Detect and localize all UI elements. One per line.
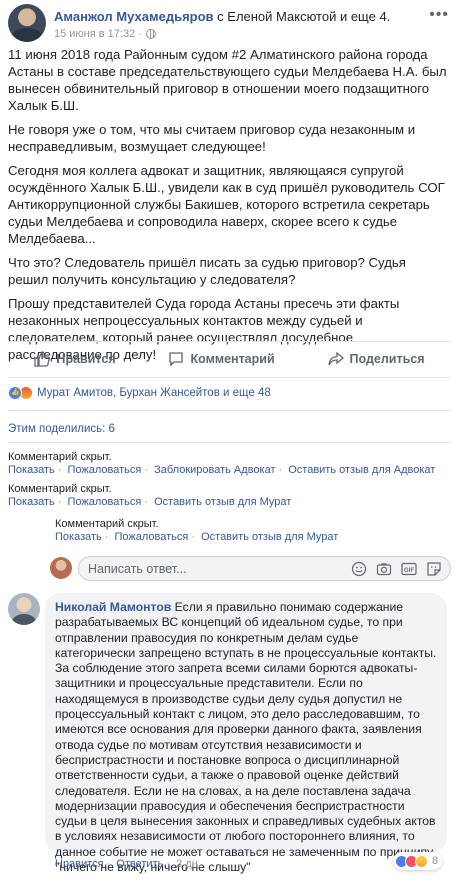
reactions-text[interactable]: Мурат Амитов, Бурхан Жансейтов и еще 48 [37,387,271,399]
hidden-comment-title: Комментарий скрыт. [8,451,112,463]
comment-reply-link[interactable]: Ответить [116,858,163,870]
comment-button[interactable]: Комментарий [168,351,275,367]
divider [8,410,451,411]
show-link[interactable]: Показать [55,531,102,543]
feedback-link[interactable]: Оставить отзыв для Мурат [201,531,338,543]
camera-icon[interactable] [376,561,392,577]
comment-text: Если я правильно понимаю содержание разр… [55,600,437,875]
hidden-comment-title: Комментарий скрыт. [55,518,159,530]
author-name[interactable]: Аманжол Мухамедьяров [54,9,214,24]
reactions-summary[interactable]: Мурат Амитов, Бурхан Жансейтов и еще 48 [8,386,271,400]
block-link[interactable]: Заблокировать Адвокат [154,464,275,476]
like-button[interactable]: Нравится [34,351,116,367]
share-icon [327,351,344,366]
show-link[interactable]: Показать [8,496,55,508]
report-link[interactable]: Пожаловаться [68,464,142,476]
post-body: 11 июня 2018 года Районным судом #2 Алма… [8,46,448,370]
show-link[interactable]: Показать [8,464,55,476]
post-header: Аманжол Мухамедьяров с Еленой Максютой и… [8,4,453,44]
comment-actions: Нравится · Ответить · 2 дн. [55,858,201,870]
globe-icon [145,29,156,39]
report-link[interactable]: Пожаловаться [68,496,142,508]
comment-reaction-count: 8 [432,855,439,867]
comment-like-link[interactable]: Нравится [55,858,104,870]
emoji-icon[interactable] [351,561,367,577]
like-reaction-icon [8,386,22,400]
reply-box-icons: GIF [351,561,442,577]
comment-author[interactable]: Николай Мамонтов [55,600,171,614]
tagged-people[interactable]: с Еленой Максютой и еще 4. [217,9,390,24]
divider [8,341,451,342]
commenter-avatar[interactable] [8,593,40,625]
gif-icon[interactable]: GIF [401,561,417,577]
post-meta: 15 июня в 17:32 · [54,28,156,40]
comment-bubble: Николай Мамонтов Если я правильно понима… [45,593,447,874]
feedback-link[interactable]: Оставить отзыв для Мурат [154,496,291,508]
post-author-line: Аманжол Мухамедьяров с Еленой Максютой и… [54,9,390,24]
share-button[interactable]: Поделиться [327,351,425,367]
feedback-link[interactable]: Оставить отзыв для Адвокат [288,464,435,476]
hidden-comment-links: Показать · Пожаловаться · Оставить отзыв д… [55,531,339,543]
haha-reaction-icon [415,854,428,868]
hidden-comment: Комментарий скрыт. Показать · Пожаловатьс… [8,483,291,509]
like-icon [34,351,51,367]
report-link[interactable]: Пожаловаться [115,531,189,543]
post-actions: Нравится Комментарий Поделиться [8,343,451,375]
comment-icon [169,352,184,367]
hidden-comment-title: Комментарий скрыт. [8,483,112,495]
post-paragraph: Что это? Следователь пришёл писать за су… [8,255,406,287]
author-avatar[interactable] [8,4,46,42]
shares-count[interactable]: Этим поделились: 6 [8,423,115,435]
hidden-comment-links: Показать · Пожаловаться · Заблокировать Ад… [8,464,436,476]
comment-time[interactable]: 2 дн. [176,858,201,870]
hidden-comment-links: Показать · Пожаловаться · Оставить отзыв д… [8,496,292,508]
like-label: Нравится [56,352,116,366]
share-label: Поделиться [349,352,425,366]
post-paragraph: Не говоря уже о том, что мы считаем приг… [8,122,416,154]
divider [8,442,451,443]
svg-text:GIF: GIF [404,568,414,574]
comment-reactions[interactable]: 8 [393,852,443,870]
comment-label: Комментарий [190,352,275,366]
divider [8,377,451,378]
hidden-comment: Комментарий скрыт. Показать · Пожаловатьс… [8,451,435,477]
more-menu-icon[interactable]: ••• [429,6,449,24]
post-paragraph: 11 июня 2018 года Районным судом #2 Алма… [8,47,447,113]
post-paragraph: Сегодня моя коллега адвокат и защитник, … [8,163,445,246]
my-avatar [50,557,72,579]
reply-box[interactable]: GIF [78,556,451,581]
post-timestamp[interactable]: 15 июня в 17:32 · [54,28,142,40]
sticker-icon[interactable] [426,561,442,577]
hidden-reply: Комментарий скрыт. Показать · Пожаловатьс… [55,518,338,544]
reply-input[interactable] [79,561,299,576]
